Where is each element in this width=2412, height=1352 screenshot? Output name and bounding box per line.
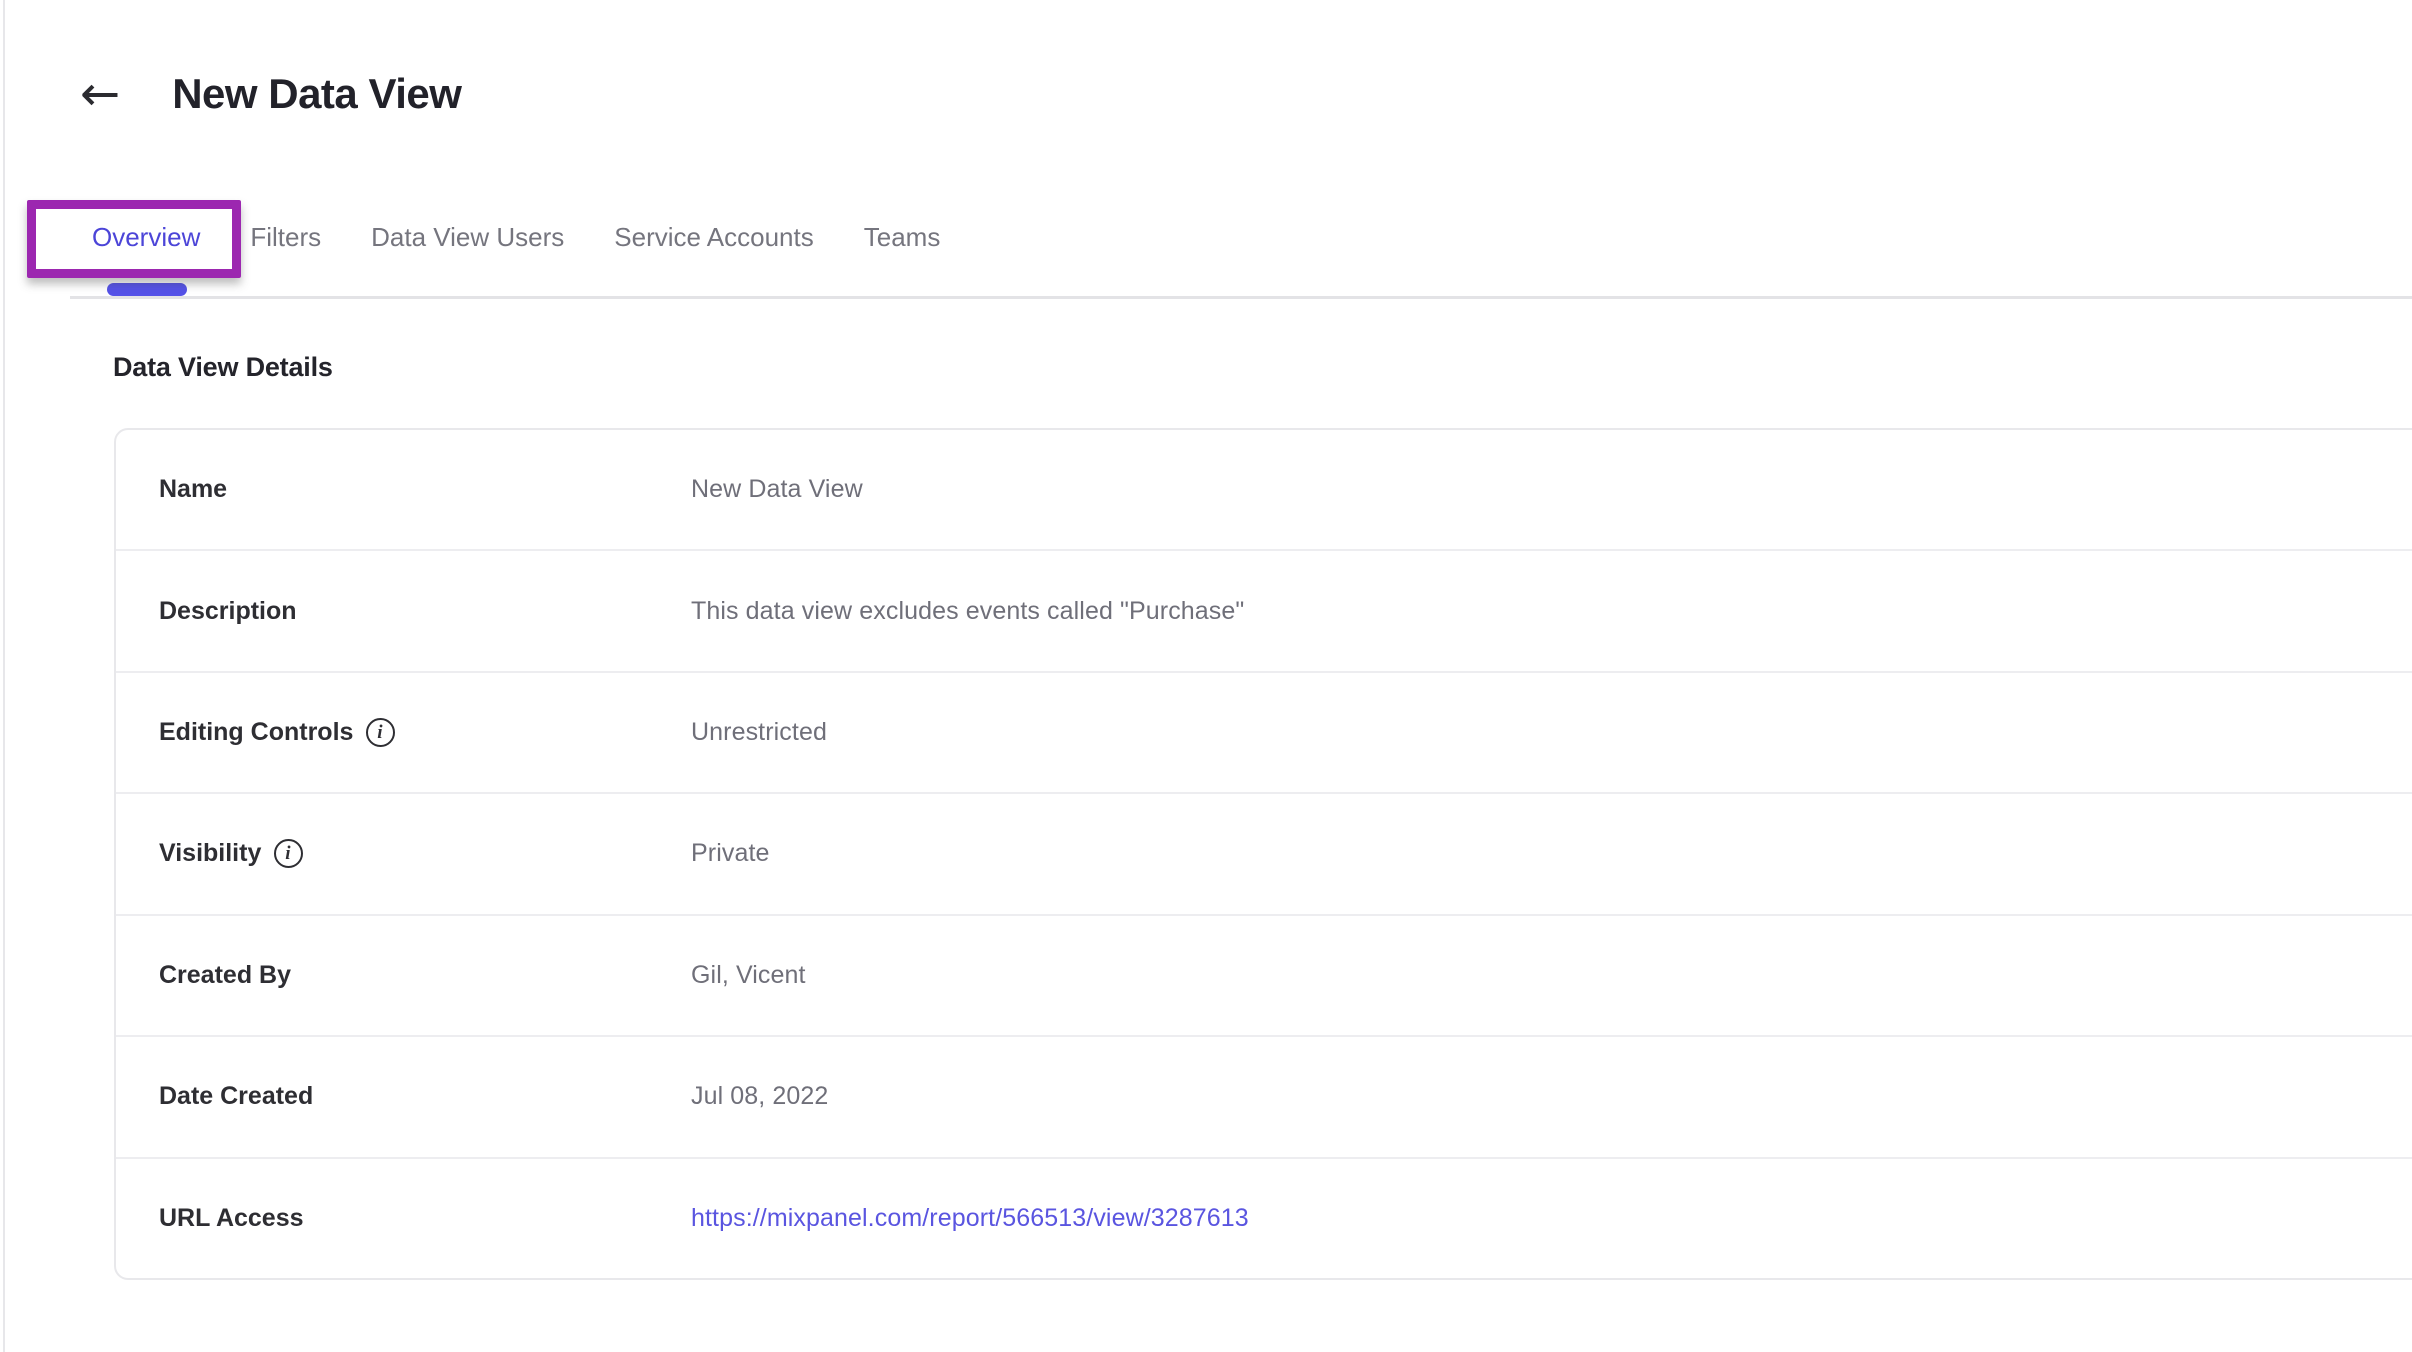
row-value: Private (691, 839, 770, 868)
row-visibility: Visibility Private (116, 794, 2412, 915)
row-url-access: URL Access https://mixpanel.com/report/5… (116, 1159, 2412, 1278)
page-header: ← New Data View (80, 62, 461, 126)
row-label: Date Created (159, 1082, 313, 1111)
data-view-details-card: Name New Data View Description This data… (114, 428, 2412, 1280)
content-left-edge-divider (3, 0, 5, 1352)
tab-filters[interactable]: Filters (250, 222, 321, 253)
row-label: Created By (159, 961, 291, 990)
row-value: Unrestricted (691, 718, 827, 747)
tab-bar-divider (70, 296, 2412, 299)
row-label: Editing Controls (159, 718, 353, 747)
back-button[interactable]: ← (80, 70, 120, 118)
row-value: Jul 08, 2022 (691, 1082, 828, 1111)
info-icon[interactable] (366, 718, 395, 747)
row-label: Name (159, 475, 227, 504)
url-access-link[interactable]: https://mixpanel.com/report/566513/view/… (691, 1204, 1249, 1233)
row-value: This data view excludes events called "P… (691, 597, 1244, 626)
row-label: URL Access (159, 1204, 304, 1233)
tab-teams[interactable]: Teams (864, 222, 941, 253)
row-date-created: Date Created Jul 08, 2022 (116, 1037, 2412, 1158)
row-name: Name New Data View (116, 430, 2412, 551)
annotation-highlight-box (27, 200, 241, 278)
info-icon[interactable] (274, 839, 303, 868)
tab-data-view-users[interactable]: Data View Users (371, 222, 564, 253)
row-label: Description (159, 597, 297, 626)
row-description: Description This data view excludes even… (116, 551, 2412, 672)
active-tab-indicator (107, 283, 187, 296)
row-value: New Data View (691, 475, 863, 504)
tab-service-accounts[interactable]: Service Accounts (614, 222, 813, 253)
row-created-by: Created By Gil, Vicent (116, 916, 2412, 1037)
page-title: New Data View (172, 70, 461, 118)
row-label: Visibility (159, 839, 261, 868)
row-value: Gil, Vicent (691, 961, 806, 990)
row-editing-controls: Editing Controls Unrestricted (116, 673, 2412, 794)
section-heading: Data View Details (113, 352, 333, 383)
arrow-left-icon: ← (80, 66, 120, 122)
